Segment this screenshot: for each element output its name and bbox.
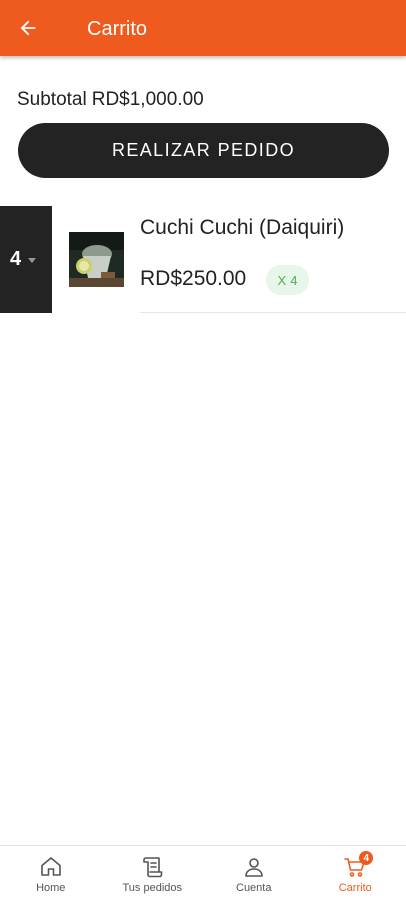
nav-item-orders[interactable]: Tus pedidos (102, 846, 204, 900)
app-bar: Carrito (0, 0, 406, 56)
bottom-navigation: Home Tus pedidos Cuenta 4 Carrito (0, 845, 406, 900)
product-name: Cuchi Cuchi (Daiquiri) (140, 216, 345, 239)
product-price: RD$250.00 (140, 267, 247, 290)
divider (140, 312, 406, 313)
home-icon (39, 855, 63, 879)
page-title: Carrito (87, 18, 148, 40)
nav-label-orders: Tus pedidos (122, 882, 183, 894)
dropdown-caret-icon (28, 258, 37, 263)
subtotal-value: RD$1,000.00 (91, 89, 204, 110)
cart-badge: 4 (359, 851, 374, 865)
nav-label-cart: Carrito (338, 882, 372, 894)
subtotal-label: Subtotal (17, 89, 87, 110)
nav-label-home: Home (36, 882, 66, 894)
arrow-left-icon (20, 20, 36, 36)
nav-item-account[interactable]: Cuenta (203, 846, 305, 900)
back-button[interactable] (12, 12, 44, 44)
receipt-icon (140, 855, 164, 879)
place-order-button[interactable]: REALIZAR PEDIDO (18, 123, 389, 178)
quantity-dropdown[interactable]: 4 (0, 206, 52, 313)
product-image (69, 232, 124, 287)
subtotal: Subtotal RD$1,000.00 (17, 89, 204, 111)
cart-icon: 4 (343, 851, 374, 879)
nav-label-account: Cuenta (236, 882, 272, 894)
quantity-value: 4 (10, 248, 22, 270)
quantity-chip-count: 4 (290, 272, 298, 288)
quantity-chip: X 4 (266, 265, 309, 295)
user-icon (242, 855, 266, 879)
quantity-chip-prefix: X (277, 272, 287, 288)
nav-item-home[interactable]: Home (0, 846, 102, 900)
nav-item-cart[interactable]: 4 Carrito (305, 846, 406, 900)
